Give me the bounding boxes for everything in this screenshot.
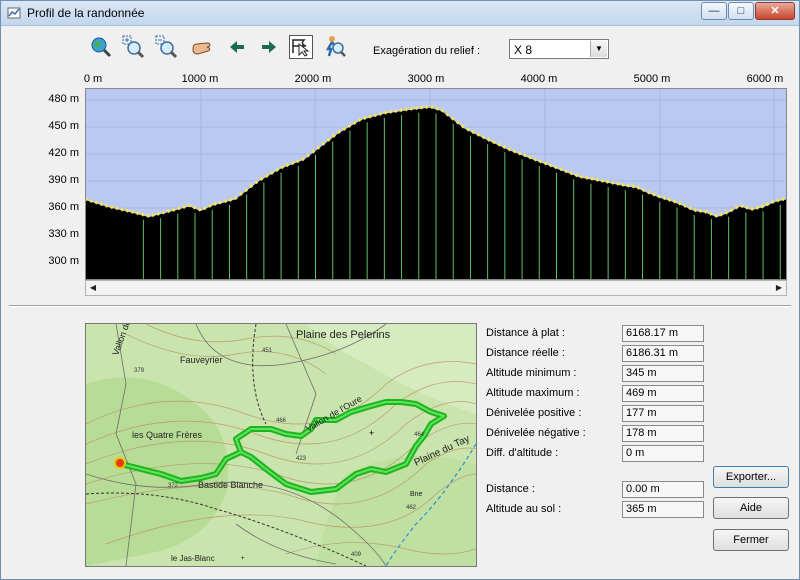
stat-value-altitude-diff: 0 m [622, 445, 704, 462]
scroll-left-icon[interactable]: ◀ [86, 281, 100, 295]
minimize-button[interactable]: — [701, 2, 727, 20]
map-label: Fauveyrier [180, 355, 223, 365]
y-tick-label: 480 m [48, 93, 79, 105]
zoom-extent-tool[interactable] [89, 35, 113, 59]
svg-text:+: + [369, 428, 374, 438]
y-tick-label: 450 m [48, 120, 79, 132]
close-button[interactable]: Fermer [713, 529, 789, 551]
stat-value-negative-gain: 178 m [622, 425, 704, 442]
y-tick-label: 330 m [48, 228, 79, 240]
profile-cursor-icon [292, 39, 310, 57]
profile-select-tool[interactable] [289, 35, 313, 59]
map-label: le Jas-Blanc [171, 554, 215, 563]
x-tick-label: 1000 m [181, 73, 219, 85]
profile-scrollbar[interactable]: ◀ ▶ [85, 280, 787, 296]
toolbar: Exagération du relief : X 8 ▼ [1, 27, 799, 67]
spot-height: 451 [262, 348, 273, 354]
exaggeration-value: X 8 [514, 43, 533, 57]
x-tick-label: 3000 m [407, 73, 445, 85]
stat-value-flat-distance: 6168.17 m [622, 325, 704, 342]
globe-magnifier-icon [91, 37, 112, 58]
stat-label-max-altitude: Altitude maximum : [486, 387, 580, 399]
x-tick-label: 2000 m [294, 73, 332, 85]
topo-map-svg: + + Plaine des Pelerins Vallon de Fauvet… [86, 324, 476, 566]
maximize-button[interactable]: □ [728, 2, 754, 20]
map-label: Bne [410, 491, 423, 498]
scroll-right-icon[interactable]: ▶ [772, 281, 786, 295]
zoom-in-tool[interactable] [121, 35, 145, 59]
previous-tool[interactable] [225, 35, 249, 59]
spot-height: 379 [134, 368, 145, 374]
profile-window: Profil de la randonnée — □ ✕ Exagération… [0, 0, 800, 580]
stat-value-positive-gain: 177 m [622, 405, 704, 422]
y-tick-label: 390 m [48, 174, 79, 186]
spot-height: 423 [296, 456, 307, 462]
stat-label-flat-distance: Distance à plat : [486, 327, 565, 339]
cursor-value-distance: 0.00 m [622, 481, 704, 498]
stat-label-altitude-diff: Diff. d'altitude : [486, 447, 559, 459]
topo-map[interactable]: + + Plaine des Pelerins Vallon de Fauvet… [85, 323, 477, 567]
spot-height: 462 [406, 505, 417, 511]
cursor-label-ground-altitude: Altitude au sol : [486, 503, 562, 515]
stat-label-min-altitude: Altitude minimum : [486, 367, 577, 379]
zoom-in-icon [122, 35, 145, 59]
x-tick-label: 6000 m [746, 73, 784, 85]
locate-tool[interactable] [323, 35, 347, 59]
window-title: Profil de la randonnée [27, 6, 145, 20]
elevation-profile-svg [86, 89, 786, 279]
title-bar[interactable]: Profil de la randonnée — □ ✕ [1, 1, 799, 26]
elevation-profile-chart[interactable] [85, 88, 787, 280]
map-label: Plaine des Pelerins [296, 329, 391, 341]
stat-value-min-altitude: 345 m [622, 365, 704, 382]
next-tool[interactable] [257, 35, 281, 59]
y-tick-label: 420 m [48, 147, 79, 159]
y-tick-label: 300 m [48, 255, 79, 267]
help-button[interactable]: Aide [713, 497, 789, 519]
chevron-down-icon[interactable]: ▼ [590, 41, 607, 57]
exaggeration-select[interactable]: X 8 ▼ [509, 39, 609, 59]
export-button[interactable]: Exporter... [713, 466, 789, 488]
zoom-out-tool[interactable] [154, 35, 178, 59]
spot-height: 372 [168, 483, 179, 489]
map-label: les Quatre Frères [132, 430, 203, 440]
spot-height: 464 [414, 432, 425, 438]
x-tick-label: 4000 m [520, 73, 558, 85]
stat-value-real-distance: 6186.31 m [622, 345, 704, 362]
exaggeration-label: Exagération du relief : [373, 45, 481, 57]
spot-height: 409 [351, 552, 362, 558]
arrow-left-icon [230, 41, 244, 53]
map-label: Bastide Blanche [198, 480, 263, 490]
locate-person-icon [325, 36, 346, 57]
y-tick-label: 360 m [48, 201, 79, 213]
hand-icon [192, 42, 211, 55]
zoom-out-icon [155, 35, 178, 59]
stat-label-real-distance: Distance réelle : [486, 347, 565, 359]
pan-tool[interactable] [189, 35, 213, 59]
arrow-right-icon [262, 41, 276, 53]
close-window-button[interactable]: ✕ [755, 2, 795, 20]
spot-height: 466 [276, 418, 287, 424]
x-tick-label: 5000 m [633, 73, 671, 85]
route-start-marker [114, 457, 126, 469]
x-tick-label: 0 m [83, 73, 103, 85]
cursor-value-ground-altitude: 365 m [622, 501, 704, 518]
map-cross: + [241, 556, 245, 562]
profile-app-icon [7, 7, 21, 19]
cursor-label-distance: Distance : [486, 483, 535, 495]
divider [9, 305, 791, 307]
stat-label-negative-gain: Dénivelée négative : [486, 427, 586, 439]
stat-label-positive-gain: Dénivelée positive : [486, 407, 582, 419]
stat-value-max-altitude: 469 m [622, 385, 704, 402]
